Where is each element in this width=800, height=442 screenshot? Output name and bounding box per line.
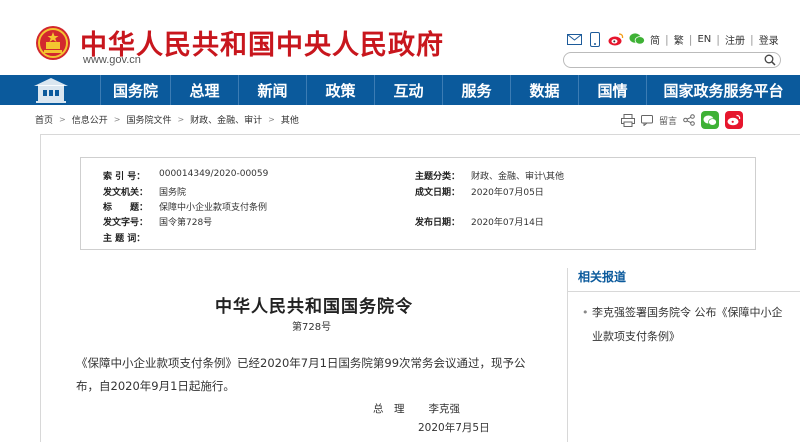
signature-line: 总 理 李克强 [373, 401, 460, 416]
wechat-share-icon[interactable] [701, 111, 720, 129]
nav-item-services[interactable]: 服务 [442, 75, 510, 105]
nav-item-data[interactable]: 数据 [510, 75, 578, 105]
article-tools: 留言 [621, 111, 744, 129]
comment-icon[interactable] [641, 114, 653, 126]
register-link[interactable]: 注册 [725, 32, 745, 47]
chevron-right-icon: > [59, 115, 66, 124]
related-item[interactable]: • 李克强签署国务院令 公布《保障中小企业款项支付条例》 [568, 292, 800, 349]
share-icon[interactable] [683, 114, 695, 126]
weibo-share-icon[interactable] [725, 111, 744, 129]
divider: | [716, 32, 720, 46]
breadcrumb-home[interactable]: 首页 [35, 113, 53, 126]
login-link[interactable]: 登录 [759, 32, 779, 47]
mobile-icon[interactable] [587, 31, 603, 47]
info-value: 财政、金融、审计\其他 [471, 172, 565, 182]
site-url[interactable]: www.gov.cn [83, 54, 141, 66]
breadcrumb-other[interactable]: 其他 [281, 113, 299, 126]
info-docno-row: 发文字号： 国令第728号 [103, 215, 212, 228]
lang-simplified-link[interactable]: 简 [650, 32, 660, 47]
info-label: 主 题 词： [103, 234, 146, 244]
chevron-right-icon: > [113, 115, 121, 124]
print-icon[interactable] [621, 113, 635, 127]
national-emblem-icon[interactable] [35, 25, 71, 61]
site-header: 中华人民共和国中央人民政府 www.gov.cn 简 | 繁 | EN | 注册… [0, 0, 800, 75]
search-box [563, 52, 781, 73]
divider: | [665, 32, 669, 46]
nav-item-service-platform[interactable]: 国家政务服务平台 [646, 75, 800, 105]
info-value: 国务院 [159, 188, 187, 198]
weibo-icon[interactable] [608, 31, 624, 47]
lang-english-link[interactable]: EN [697, 34, 711, 45]
info-value: 保障中小企业款项支付条例 [159, 203, 268, 213]
info-label: 发文机关： [103, 188, 149, 198]
nav-item-policy[interactable]: 政策 [306, 75, 374, 105]
lang-traditional-link[interactable]: 繁 [674, 32, 684, 47]
info-label: 发文字号： [103, 218, 149, 228]
info-label: 主题分类： [415, 172, 461, 182]
info-category-row: 主题分类： 财政、金融、审计\其他 [415, 169, 564, 182]
divider: | [688, 32, 693, 46]
message-link[interactable]: 留言 [659, 114, 677, 127]
info-value: 国令第728号 [159, 218, 213, 228]
nav-home-graphic[interactable] [0, 75, 100, 105]
info-issuer-row: 发文机关： 国务院 [103, 185, 186, 198]
breadcrumb-documents[interactable]: 国务院文件 [126, 113, 171, 126]
tiananmen-icon [34, 78, 68, 103]
info-pubdate-row: 发布日期： 2020年07月14日 [415, 215, 544, 228]
signature-title: 总 理 [373, 403, 405, 415]
mail-icon[interactable] [566, 31, 582, 47]
related-title: 相关报道 [568, 268, 800, 292]
info-index-row: 索 引 号： 000014349/2020-00059 [103, 169, 268, 182]
info-label: 索 引 号： [103, 172, 146, 182]
info-label: 成文日期： [415, 188, 461, 198]
info-value: 2020年07月05日 [471, 188, 544, 198]
chevron-right-icon: > [177, 115, 185, 124]
info-label: 标 题： [103, 203, 149, 213]
article-paragraph: 《保障中小企业款项支付条例》已经2020年7月1日国务院第99次常务会议通过，现… [76, 356, 526, 393]
nav-item-interaction[interactable]: 互动 [374, 75, 442, 105]
search-input[interactable] [572, 58, 762, 73]
related-reports: 相关报道 • 李克强签署国务院令 公布《保障中小企业款项支付条例》 [568, 268, 800, 349]
info-value: 000014349/2020-00059 [159, 169, 269, 179]
search-icon[interactable] [764, 54, 776, 66]
info-label: 发布日期： [415, 218, 461, 228]
order-number: 第728号 [292, 322, 332, 333]
related-item-link[interactable]: 李克强签署国务院令 公布《保障中小企业款项支付条例》 [582, 301, 792, 349]
info-keywords-row: 主 题 词： [103, 231, 153, 244]
signature-name: 李克强 [428, 403, 461, 415]
nav-item-news[interactable]: 新闻 [238, 75, 306, 105]
top-icon-bar: 简 | 繁 | EN | 注册 | 登录 [566, 31, 779, 47]
article-title: 中华人民共和国国务院令 [215, 297, 413, 317]
bullet-icon: • [582, 306, 589, 319]
chevron-right-icon: > [268, 115, 275, 124]
info-date-row: 成文日期： 2020年07月05日 [415, 185, 544, 198]
info-title-row: 标 题： 保障中小企业款项支付条例 [103, 200, 267, 213]
wechat-icon[interactable] [629, 31, 645, 47]
breadcrumb: 首页 > 信息公开 > 国务院文件 > 财政、金融、审计 > 其他 [35, 113, 299, 126]
breadcrumb-info-disclosure[interactable]: 信息公开 [72, 113, 108, 126]
nav-item-premier[interactable]: 总理 [170, 75, 238, 105]
info-value: 2020年07月14日 [471, 218, 544, 228]
divider: | [749, 32, 754, 46]
main-nav: 国务院 总理 新闻 政策 互动 服务 数据 国情 国家政务服务平台 [0, 75, 800, 105]
document-info-table: 索 引 号： 000014349/2020-00059 主题分类： 财政、金融、… [80, 157, 756, 250]
nav-item-national-info[interactable]: 国情 [578, 75, 646, 105]
nav-item-state-council[interactable]: 国务院 [100, 75, 170, 105]
signature-date: 2020年7月5日 [418, 422, 490, 434]
breadcrumb-finance[interactable]: 财政、金融、审计 [190, 113, 262, 126]
